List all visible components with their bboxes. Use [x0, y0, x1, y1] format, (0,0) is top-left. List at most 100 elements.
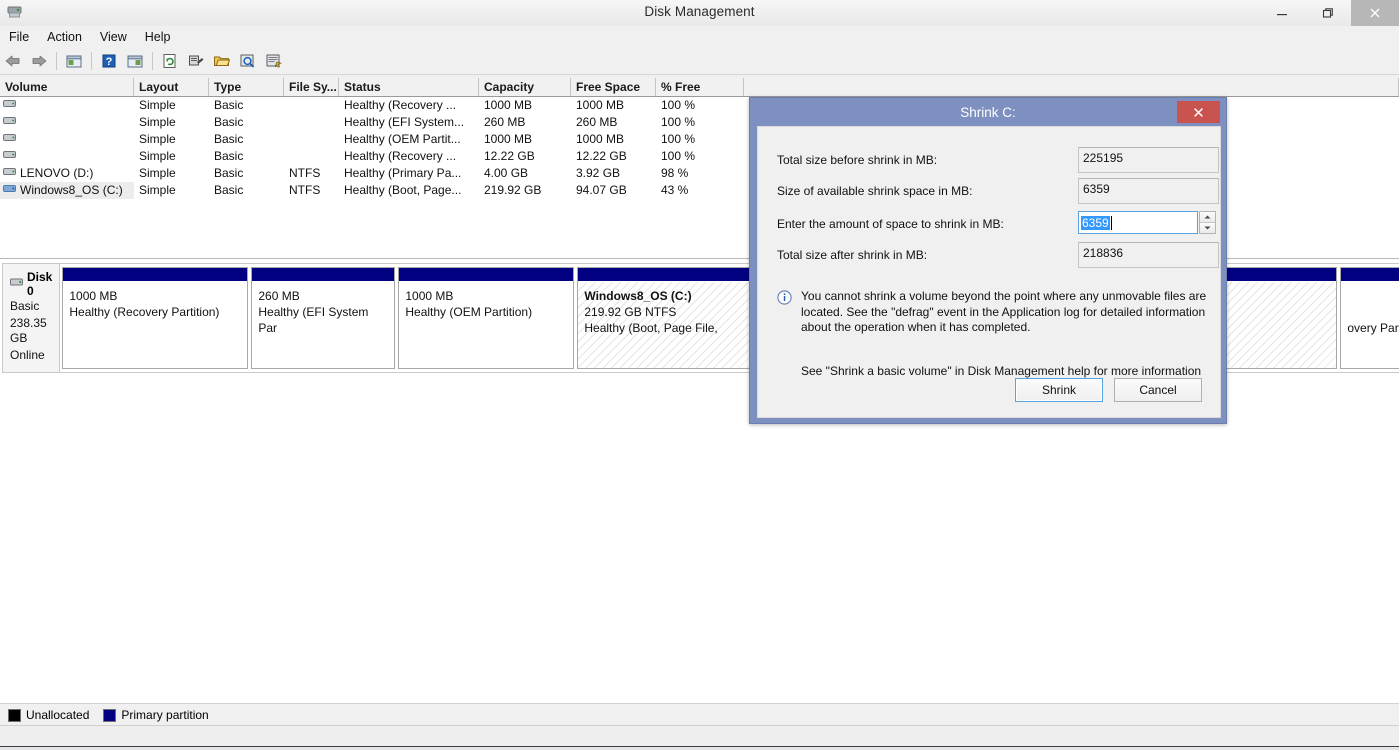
menu-action[interactable]: Action: [38, 28, 91, 46]
column-header-free[interactable]: % Free: [656, 78, 744, 96]
menu-view[interactable]: View: [91, 28, 136, 46]
partition-type-bar: [252, 268, 395, 282]
properties-icon[interactable]: [184, 49, 208, 73]
window-title: Disk Management: [644, 4, 755, 19]
show-hide-console-tree-icon[interactable]: [123, 49, 147, 73]
all-tasks-icon[interactable]: [262, 49, 286, 73]
cell-status: Healthy (Boot, Page...: [344, 183, 462, 197]
taskbar-strip: [0, 746, 1399, 750]
close-button[interactable]: [1351, 0, 1399, 26]
rescan-disks-icon[interactable]: [236, 49, 260, 73]
partition-block[interactable]: overy Partition): [1340, 267, 1399, 369]
disk-management-window: Disk Management File Action View Help ? …: [0, 0, 1399, 750]
cell-layout: Simple: [139, 166, 176, 180]
refresh-icon[interactable]: [158, 49, 182, 73]
cell-status: Healthy (Primary Pa...: [344, 166, 462, 180]
partition-block[interactable]: 1000 MB Healthy (Recovery Partition): [62, 267, 249, 369]
legend-item: Primary partition: [103, 708, 209, 722]
menu-file[interactable]: File: [0, 28, 38, 46]
cell-percent-free: 98 %: [661, 166, 689, 180]
legend-item: Unallocated: [8, 708, 89, 722]
cell-type: Basic: [214, 98, 244, 112]
cell-free-space: 12.22 GB: [576, 149, 627, 163]
column-header-filler: [744, 78, 1399, 96]
partition-block[interactable]: 1000 MB Healthy (OEM Partition): [398, 267, 575, 369]
cell-filesystem: [284, 114, 339, 131]
shrink-amount-input[interactable]: 6359: [1078, 211, 1198, 234]
dialog-close-button[interactable]: [1177, 101, 1220, 123]
cell-capacity: 260 MB: [484, 115, 526, 129]
legend: Unallocated Primary partition: [0, 703, 1399, 726]
shrink-amount-value: 6359: [1081, 215, 1110, 230]
info-message: You cannot shrink a volume beyond the po…: [777, 289, 1207, 336]
cell-filesystem: NTFS: [289, 166, 321, 180]
cell-percent-free: 100 %: [661, 115, 696, 129]
cell-capacity: 219.92 GB: [484, 183, 542, 197]
stepper-up-icon[interactable]: [1200, 212, 1215, 222]
partition-size: 1000 MB: [405, 289, 454, 303]
shrink-amount-stepper[interactable]: [1199, 211, 1216, 234]
partition-status: Healthy (OEM Partition): [405, 305, 533, 319]
partition-block[interactable]: 260 MB Healthy (EFI System Par: [251, 267, 396, 369]
cell-volume: [0, 131, 134, 148]
forward-icon[interactable]: [27, 49, 51, 73]
field-value-available-space: 6359: [1078, 178, 1219, 204]
disk-info-panel[interactable]: Disk 0 Basic 238.35 GB Online: [2, 263, 61, 373]
volume-label: LENOVO (D:): [20, 166, 94, 180]
cell-layout: Simple: [139, 98, 176, 112]
legend-swatch: [103, 708, 117, 722]
toolbar: ?: [0, 48, 1399, 75]
drive-icon-blue: [3, 182, 17, 199]
menu-help[interactable]: Help: [136, 28, 180, 46]
up-one-level-icon[interactable]: [62, 49, 86, 73]
cell-capacity: 12.22 GB: [484, 149, 535, 163]
column-header-type[interactable]: Type: [209, 78, 284, 96]
column-header-volume[interactable]: Volume: [0, 78, 134, 96]
cell-type: Basic: [214, 183, 244, 197]
stepper-down-icon[interactable]: [1200, 222, 1215, 233]
cell-type: Basic: [214, 132, 244, 146]
partition-size: 1000 MB: [69, 289, 118, 303]
toolbar-separator-3: [152, 52, 153, 70]
cell-type: Basic: [214, 166, 244, 180]
folder-open-icon[interactable]: [210, 49, 234, 73]
disk-title: Disk 0: [10, 270, 52, 298]
cell-percent-free: 100 %: [661, 98, 696, 112]
restore-button[interactable]: [1305, 0, 1351, 26]
partition-type-bar: [399, 268, 574, 282]
column-header-free-space[interactable]: Free Space: [571, 78, 656, 96]
drive-icon-gray: [3, 165, 17, 182]
cell-percent-free: 100 %: [661, 132, 696, 146]
drive-icon-gray: [3, 97, 17, 114]
shrink-button[interactable]: Shrink: [1015, 378, 1103, 402]
disk-icon: [10, 277, 24, 291]
column-header-status[interactable]: Status: [339, 78, 479, 96]
legend-label: Unallocated: [26, 708, 90, 722]
help-icon[interactable]: ?: [97, 49, 121, 73]
drive-icon-gray: [3, 114, 17, 131]
info-icon: [777, 289, 793, 336]
column-header-layout[interactable]: Layout: [134, 78, 209, 96]
text-caret: [1110, 215, 1112, 230]
cancel-button[interactable]: Cancel: [1114, 378, 1202, 402]
cell-percent-free: 43 %: [661, 183, 689, 197]
cell-layout: Simple: [139, 115, 176, 129]
minimize-button[interactable]: [1259, 0, 1305, 26]
cell-filesystem: [284, 148, 339, 165]
field-value-total-after: 218836: [1078, 242, 1219, 268]
drive-icon-gray: [3, 131, 17, 148]
disk-status: Online: [10, 347, 45, 362]
volume-label: Windows8_OS (C:): [20, 183, 123, 197]
partition-details: overy Partition): [1341, 282, 1399, 368]
partition-status: Healthy (Recovery Partition): [69, 305, 220, 319]
cell-volume: [0, 97, 134, 114]
disk-type: Basic: [10, 299, 40, 313]
info-text: You cannot shrink a volume beyond the po…: [801, 289, 1207, 334]
back-icon[interactable]: [1, 49, 25, 73]
column-header-capacity[interactable]: Capacity: [479, 78, 571, 96]
partition-type-bar: [63, 268, 248, 282]
cell-volume: [0, 148, 134, 165]
cell-layout: Simple: [139, 149, 176, 163]
partition-size: 260 MB: [258, 289, 300, 303]
column-header-file-sy[interactable]: File Sy...: [284, 78, 339, 96]
